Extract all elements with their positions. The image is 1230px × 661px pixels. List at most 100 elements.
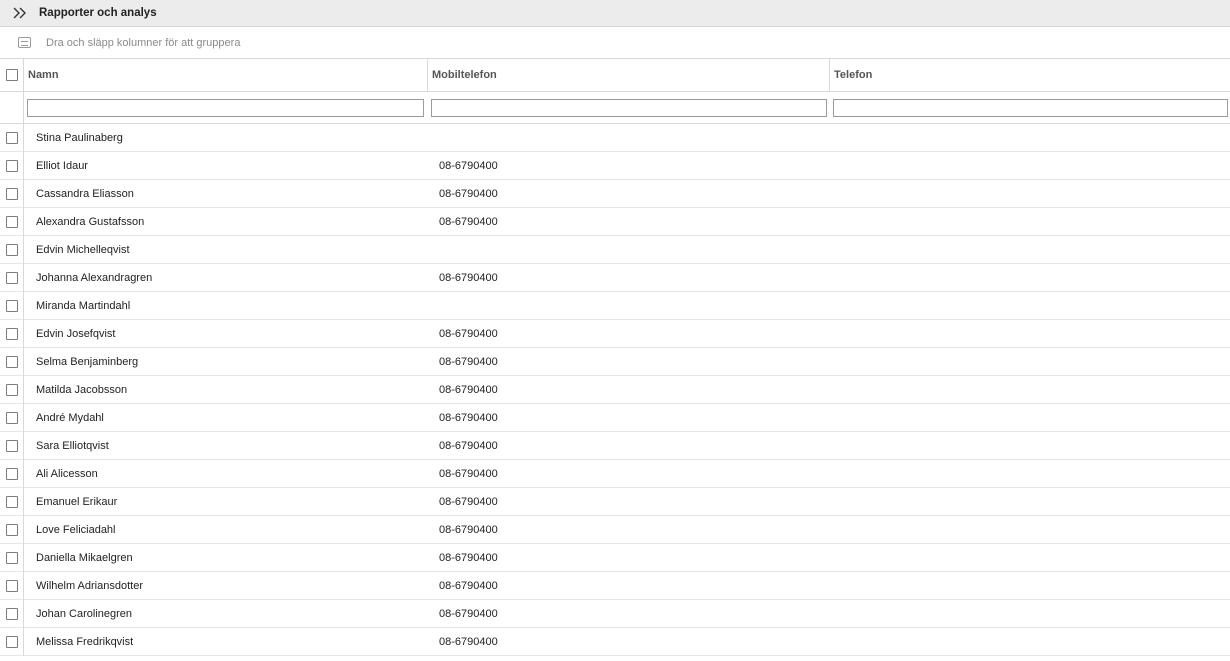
cell-name: Matilda Jacobsson xyxy=(36,383,128,396)
row-checkbox[interactable] xyxy=(5,468,18,480)
cell-phone xyxy=(830,516,1230,543)
table-row[interactable]: Miranda Martindahl xyxy=(0,292,1230,320)
grid-filter-row xyxy=(0,91,1230,124)
cell-mobile: 08-6790400 xyxy=(439,355,498,368)
cell-mobile: 08-6790400 xyxy=(439,215,498,228)
cell-mobile: 08-6790400 xyxy=(439,607,498,620)
grid-body: Stina Paulinaberg Elliot Idaur 08-6790400 C… xyxy=(0,124,1230,656)
report-header-bar: Rapporter och analys xyxy=(0,0,1230,27)
column-header-mobile[interactable]: Mobiltelefon xyxy=(428,59,830,91)
row-select-cell xyxy=(0,292,24,320)
row-select-cell xyxy=(0,488,24,516)
cell-mobile: 08-6790400 xyxy=(439,159,498,172)
row-select-cell xyxy=(0,572,24,600)
group-panel-icon xyxy=(18,37,31,48)
cell-mobile: 08-6790400 xyxy=(439,579,498,592)
filter-input-mobile[interactable] xyxy=(431,98,827,117)
table-row[interactable]: Alexandra Gustafsson 08-6790400 xyxy=(0,208,1230,236)
row-select-cell xyxy=(0,208,24,236)
row-checkbox[interactable] xyxy=(5,384,18,396)
cell-name: André Mydahl xyxy=(36,411,104,424)
double-chevron-right-icon[interactable] xyxy=(12,6,28,20)
table-row[interactable]: Edvin Michelleqvist xyxy=(0,236,1230,264)
cell-phone xyxy=(830,376,1230,403)
row-checkbox[interactable] xyxy=(5,188,18,200)
row-select-cell xyxy=(0,404,24,432)
cell-phone xyxy=(830,628,1230,655)
cell-mobile: 08-6790400 xyxy=(439,327,498,340)
cell-mobile xyxy=(428,292,830,319)
table-row[interactable]: Cassandra Eliasson 08-6790400 xyxy=(0,180,1230,208)
row-checkbox[interactable] xyxy=(5,328,18,340)
row-checkbox[interactable] xyxy=(5,132,18,144)
table-row[interactable]: Daniella Mikaelgren 08-6790400 xyxy=(0,544,1230,572)
filter-spacer xyxy=(0,91,24,124)
row-checkbox[interactable] xyxy=(5,244,18,256)
table-row[interactable]: Sara Elliotqvist 08-6790400 xyxy=(0,432,1230,460)
cell-mobile: 08-6790400 xyxy=(439,495,498,508)
table-row[interactable]: Johan Carolinegren 08-6790400 xyxy=(0,600,1230,628)
row-checkbox[interactable] xyxy=(5,160,18,172)
table-row[interactable]: Love Feliciadahl 08-6790400 xyxy=(0,516,1230,544)
column-header-name[interactable]: Namn xyxy=(24,59,428,91)
table-row[interactable]: Stina Paulinaberg xyxy=(0,124,1230,152)
cell-name: Stina Paulinaberg xyxy=(36,131,123,144)
table-row[interactable]: Selma Benjaminberg 08-6790400 xyxy=(0,348,1230,376)
cell-phone xyxy=(830,348,1230,375)
table-row[interactable]: Melissa Fredrikqvist 08-6790400 xyxy=(0,628,1230,656)
filter-input-name[interactable] xyxy=(27,98,424,117)
table-row[interactable]: Edvin Josefqvist 08-6790400 xyxy=(0,320,1230,348)
row-checkbox[interactable] xyxy=(5,496,18,508)
cell-name: Johanna Alexandragren xyxy=(36,271,153,284)
row-select-cell xyxy=(0,348,24,376)
group-drop-panel[interactable]: Dra och släpp kolumner för att gruppera xyxy=(0,27,1230,59)
table-row[interactable]: Johanna Alexandragren 08-6790400 xyxy=(0,264,1230,292)
row-select-cell xyxy=(0,432,24,460)
page-title: Rapporter och analys xyxy=(39,7,157,19)
table-row[interactable]: Wilhelm Adriansdotter 08-6790400 xyxy=(0,572,1230,600)
cell-phone xyxy=(830,572,1230,599)
cell-name: Sara Elliotqvist xyxy=(36,439,109,452)
row-checkbox[interactable] xyxy=(5,552,18,564)
cell-phone xyxy=(830,404,1230,431)
cell-mobile: 08-6790400 xyxy=(439,383,498,396)
row-checkbox[interactable] xyxy=(5,580,18,592)
row-checkbox[interactable] xyxy=(5,216,18,228)
row-checkbox[interactable] xyxy=(5,636,18,648)
cell-mobile: 08-6790400 xyxy=(439,271,498,284)
cell-phone xyxy=(830,320,1230,347)
cell-phone xyxy=(830,488,1230,515)
table-row[interactable]: André Mydahl 08-6790400 xyxy=(0,404,1230,432)
row-select-cell xyxy=(0,628,24,656)
cell-mobile xyxy=(428,124,830,151)
cell-name: Ali Alicesson xyxy=(36,467,98,480)
table-row[interactable]: Emanuel Erikaur 08-6790400 xyxy=(0,488,1230,516)
filter-cell-mobile xyxy=(428,98,830,117)
cell-phone xyxy=(830,544,1230,571)
cell-phone xyxy=(830,236,1230,263)
select-all-cell xyxy=(0,59,24,91)
cell-name: Edvin Michelleqvist xyxy=(36,243,130,256)
cell-mobile xyxy=(428,236,830,263)
row-checkbox[interactable] xyxy=(5,524,18,536)
row-checkbox[interactable] xyxy=(5,608,18,620)
row-checkbox[interactable] xyxy=(5,440,18,452)
cell-mobile: 08-6790400 xyxy=(439,187,498,200)
table-row[interactable]: Ali Alicesson 08-6790400 xyxy=(0,460,1230,488)
column-header-phone[interactable]: Telefon xyxy=(830,59,1230,91)
row-checkbox[interactable] xyxy=(5,300,18,312)
row-checkbox[interactable] xyxy=(5,356,18,368)
select-all-checkbox[interactable] xyxy=(5,69,18,81)
filter-input-phone[interactable] xyxy=(833,98,1228,117)
cell-name: Melissa Fredrikqvist xyxy=(36,635,134,648)
row-checkbox[interactable] xyxy=(5,412,18,424)
row-select-cell xyxy=(0,516,24,544)
table-row[interactable]: Matilda Jacobsson 08-6790400 xyxy=(0,376,1230,404)
cell-name: Miranda Martindahl xyxy=(36,299,131,312)
row-select-cell xyxy=(0,124,24,152)
cell-name: Selma Benjaminberg xyxy=(36,355,139,368)
group-panel-hint: Dra och släpp kolumner för att gruppera xyxy=(46,36,241,49)
row-checkbox[interactable] xyxy=(5,272,18,284)
row-select-cell xyxy=(0,152,24,180)
table-row[interactable]: Elliot Idaur 08-6790400 xyxy=(0,152,1230,180)
